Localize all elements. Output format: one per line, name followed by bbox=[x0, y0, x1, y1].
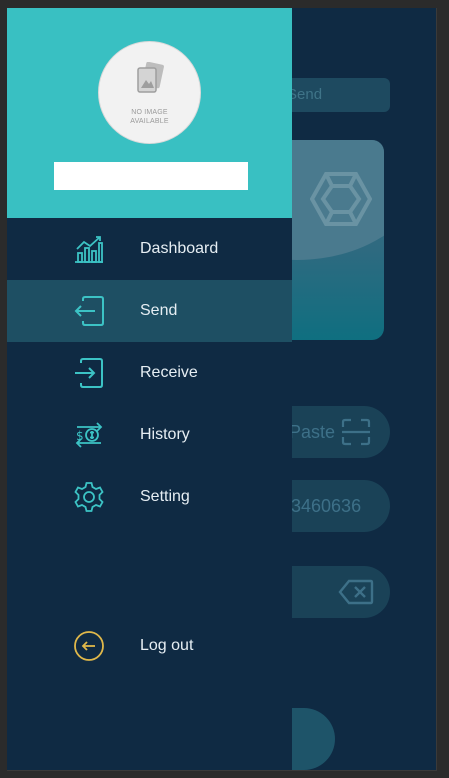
no-image-text: NO IMAGE AVAILABLE bbox=[130, 109, 169, 125]
svg-text:$: $ bbox=[76, 429, 84, 443]
logout-icon bbox=[74, 631, 104, 661]
menu-item-dashboard[interactable]: Dashboard bbox=[7, 218, 292, 280]
send-icon bbox=[74, 296, 104, 326]
menu-item-label: Setting bbox=[140, 488, 190, 505]
menu-item-receive[interactable]: Receive bbox=[7, 342, 292, 404]
hexagon-logo-icon bbox=[310, 172, 372, 226]
backspace-icon bbox=[338, 579, 374, 605]
menu-item-label: Send bbox=[140, 302, 178, 319]
chart-icon bbox=[75, 236, 103, 263]
drawer-header: NO IMAGE AVAILABLE bbox=[7, 8, 292, 218]
scan-icon bbox=[341, 418, 371, 446]
navigation-drawer: NO IMAGE AVAILABLE Dashboard Send Receiv… bbox=[7, 8, 292, 770]
app-screen: Send Paste 3460636 NO IMAGE AVAILABLE Da… bbox=[7, 8, 437, 771]
receive-icon bbox=[75, 358, 103, 388]
avatar[interactable]: NO IMAGE AVAILABLE bbox=[98, 41, 201, 144]
menu-item-label: Dashboard bbox=[140, 240, 219, 257]
menu-item-setting[interactable]: Setting bbox=[7, 466, 292, 528]
menu-item-history[interactable]: $ History bbox=[7, 404, 292, 466]
no-image-icon bbox=[137, 62, 164, 93]
paste-label: Paste bbox=[289, 422, 336, 442]
username-box bbox=[54, 162, 248, 190]
menu-item-label: Log out bbox=[140, 637, 194, 654]
menu-item-send[interactable]: Send bbox=[7, 280, 292, 342]
history-icon: $ bbox=[75, 422, 103, 448]
menu-item-label: History bbox=[140, 426, 190, 443]
menu-item-label: Receive bbox=[140, 364, 198, 381]
background-tab-label: Send bbox=[287, 86, 323, 103]
menu-item-logout[interactable]: Log out bbox=[7, 615, 292, 677]
number-text: 3460636 bbox=[291, 496, 362, 516]
gear-icon bbox=[74, 482, 104, 512]
